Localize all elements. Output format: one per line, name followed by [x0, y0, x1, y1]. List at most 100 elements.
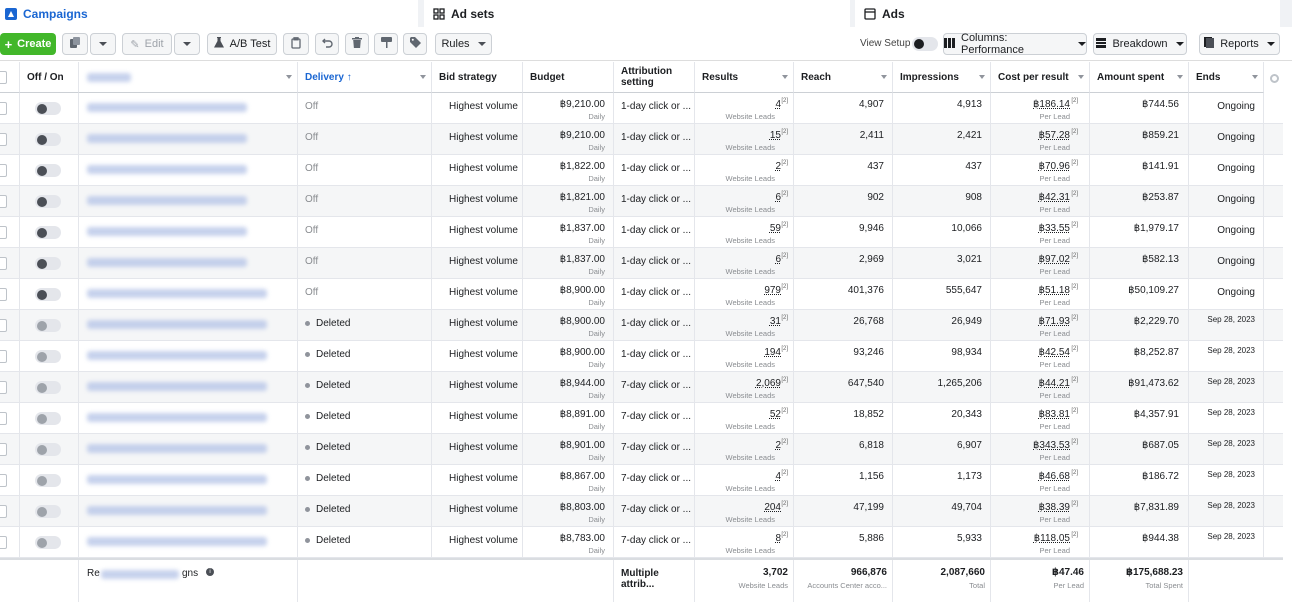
table-row[interactable]: Deleted Highest volume ฿8,901.00 Daily 7-day… [0, 434, 1283, 465]
campaign-name-cell[interactable] [79, 527, 298, 558]
cost-per-result-value[interactable]: ฿42.54 [1039, 347, 1070, 358]
results-value[interactable]: 2,069 [756, 378, 781, 389]
row-select-cell[interactable] [0, 372, 20, 403]
results-value[interactable]: 31 [770, 316, 781, 327]
results-value[interactable]: 4 [775, 99, 781, 110]
column-attribution[interactable]: Attribution setting [614, 62, 695, 93]
row-checkbox[interactable] [0, 474, 7, 487]
results-value[interactable]: 194 [764, 347, 781, 358]
results-value[interactable]: 979 [764, 285, 781, 296]
cost-per-result-value[interactable]: ฿51.18 [1039, 285, 1070, 296]
row-checkbox[interactable] [0, 226, 7, 239]
campaign-toggle[interactable] [35, 505, 61, 518]
budget-cell[interactable]: ฿8,901.00 Daily [523, 434, 614, 465]
delete-button[interactable] [345, 33, 369, 55]
select-all-checkbox[interactable] [0, 71, 7, 84]
results-value[interactable]: 15 [770, 130, 781, 141]
budget-cell[interactable]: ฿1,837.00 Daily [523, 217, 614, 248]
campaign-toggle[interactable] [35, 288, 61, 301]
budget-cell[interactable]: ฿8,803.00 Daily [523, 496, 614, 527]
row-select-cell[interactable] [0, 248, 20, 279]
campaign-toggle[interactable] [35, 412, 61, 425]
table-row[interactable]: Off Highest volume ฿1,821.00 Daily 1-day cli… [0, 186, 1283, 217]
budget-cell[interactable]: ฿8,783.00 Daily [523, 527, 614, 558]
column-ends[interactable]: Ends [1189, 62, 1264, 93]
row-select-cell[interactable] [0, 279, 20, 310]
table-row[interactable]: Deleted Highest volume ฿8,944.00 Daily 7-day… [0, 372, 1283, 403]
campaign-name-cell[interactable] [79, 496, 298, 527]
row-checkbox[interactable] [0, 133, 7, 146]
budget-cell[interactable]: ฿8,867.00 Daily [523, 465, 614, 496]
row-select-cell[interactable] [0, 186, 20, 217]
cost-per-result-value[interactable]: ฿46.68 [1039, 471, 1070, 482]
row-select-cell[interactable] [0, 93, 20, 124]
row-select-cell[interactable] [0, 403, 20, 434]
results-value[interactable]: 2 [775, 161, 781, 172]
cost-per-result-value[interactable]: ฿71.93 [1039, 316, 1070, 327]
campaign-toggle[interactable] [35, 164, 61, 177]
row-select-cell[interactable] [0, 496, 20, 527]
table-row[interactable]: Off Highest volume ฿8,900.00 Daily 1-day cli… [0, 279, 1283, 310]
results-value[interactable]: 4 [775, 471, 781, 482]
results-value[interactable]: 204 [764, 502, 781, 513]
columns-button[interactable]: Columns: Performance [943, 32, 1087, 56]
clipboard-button[interactable] [283, 33, 309, 55]
row-checkbox[interactable] [0, 443, 7, 456]
campaign-name-cell[interactable] [79, 93, 298, 124]
row-select-cell[interactable] [0, 434, 20, 465]
campaign-toggle[interactable] [35, 257, 61, 270]
campaign-toggle[interactable] [35, 226, 61, 239]
cost-per-result-value[interactable]: ฿38.39 [1039, 502, 1070, 513]
edit-dropdown-button[interactable] [174, 33, 200, 55]
table-row[interactable]: Deleted Highest volume ฿8,900.00 Daily 1-day… [0, 310, 1283, 341]
cost-per-result-value[interactable]: ฿343.53 [1033, 440, 1070, 451]
row-select-cell[interactable] [0, 341, 20, 372]
results-value[interactable]: 6 [775, 254, 781, 265]
campaign-toggle[interactable] [35, 536, 61, 549]
row-checkbox[interactable] [0, 505, 7, 518]
row-select-cell[interactable] [0, 527, 20, 558]
column-bid-strategy[interactable]: Bid strategy [432, 62, 523, 93]
campaign-name-cell[interactable] [79, 310, 298, 341]
campaign-toggle[interactable] [35, 195, 61, 208]
row-select-cell[interactable] [0, 465, 20, 496]
row-select-cell[interactable] [0, 155, 20, 186]
budget-cell[interactable]: ฿1,822.00 Daily [523, 155, 614, 186]
table-row[interactable]: Off Highest volume ฿1,822.00 Daily 1-day cli… [0, 155, 1283, 186]
row-select-cell[interactable] [0, 217, 20, 248]
row-checkbox[interactable] [0, 257, 7, 270]
undo-button[interactable] [315, 33, 339, 55]
campaign-name-cell[interactable] [79, 217, 298, 248]
duplicate-button[interactable] [62, 33, 88, 55]
table-row[interactable]: Off Highest volume ฿9,210.00 Daily 1-day cli… [0, 93, 1283, 124]
campaign-toggle[interactable] [35, 319, 61, 332]
duplicate-dropdown-button[interactable] [90, 33, 116, 55]
budget-cell[interactable]: ฿8,900.00 Daily [523, 279, 614, 310]
cost-per-result-value[interactable]: ฿118.05 [1034, 533, 1070, 544]
row-checkbox[interactable] [0, 350, 7, 363]
column-campaign-name[interactable] [79, 62, 298, 93]
campaign-name-cell[interactable] [79, 372, 298, 403]
budget-cell[interactable]: ฿8,900.00 Daily [523, 310, 614, 341]
reports-button[interactable]: Reports [1199, 33, 1280, 55]
table-row[interactable]: Off Highest volume ฿1,837.00 Daily 1-day cli… [0, 248, 1283, 279]
results-value[interactable]: 8 [775, 533, 781, 544]
paste-button[interactable] [374, 33, 398, 55]
cost-per-result-value[interactable]: ฿33.55 [1039, 223, 1070, 234]
column-reach[interactable]: Reach [794, 62, 893, 93]
column-delivery[interactable]: Delivery ↑ [298, 62, 432, 93]
row-checkbox[interactable] [0, 381, 7, 394]
campaign-toggle[interactable] [35, 102, 61, 115]
cost-per-result-value[interactable]: ฿57.28 [1039, 130, 1070, 141]
edit-button[interactable]: ✎ Edit [122, 33, 172, 55]
table-row[interactable]: Deleted Highest volume ฿8,891.00 Daily 7-day… [0, 403, 1283, 434]
tag-button[interactable] [403, 33, 427, 55]
row-checkbox[interactable] [0, 319, 7, 332]
row-checkbox[interactable] [0, 102, 7, 115]
results-value[interactable]: 2 [775, 440, 781, 451]
budget-cell[interactable]: ฿8,900.00 Daily [523, 341, 614, 372]
cost-per-result-value[interactable]: ฿186.14 [1033, 99, 1070, 110]
table-row[interactable]: Deleted Highest volume ฿8,803.00 Daily 7-day… [0, 496, 1283, 527]
row-checkbox[interactable] [0, 536, 7, 549]
campaign-toggle[interactable] [35, 474, 61, 487]
